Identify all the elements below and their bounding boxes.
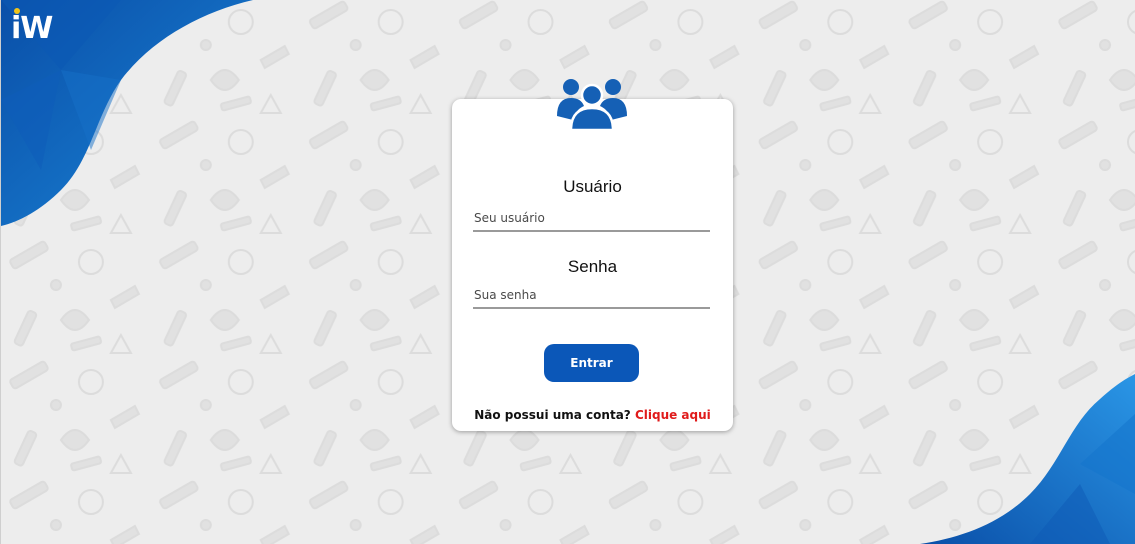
login-button[interactable]: Entrar <box>544 344 639 382</box>
username-input[interactable] <box>473 206 710 232</box>
login-page: iW Usuário Senha Entrar Não possui uma c… <box>0 0 1135 544</box>
login-card: Usuário Senha Entrar Não possui uma cont… <box>452 99 733 431</box>
signup-prompt-line: Não possui uma conta? Clique aqui <box>452 408 733 422</box>
username-label: Usuário <box>563 177 622 196</box>
bottom-right-blue-wave <box>920 374 1135 544</box>
brand-logo: iW <box>11 8 53 46</box>
password-label: Senha <box>567 257 618 276</box>
password-input[interactable] <box>473 283 710 309</box>
logo-dot <box>14 8 20 14</box>
signup-prompt-text: Não possui uma conta? <box>474 408 631 422</box>
signup-link[interactable]: Clique aqui <box>635 408 711 422</box>
users-group-icon <box>557 79 627 132</box>
logo-text: iW <box>11 11 53 46</box>
